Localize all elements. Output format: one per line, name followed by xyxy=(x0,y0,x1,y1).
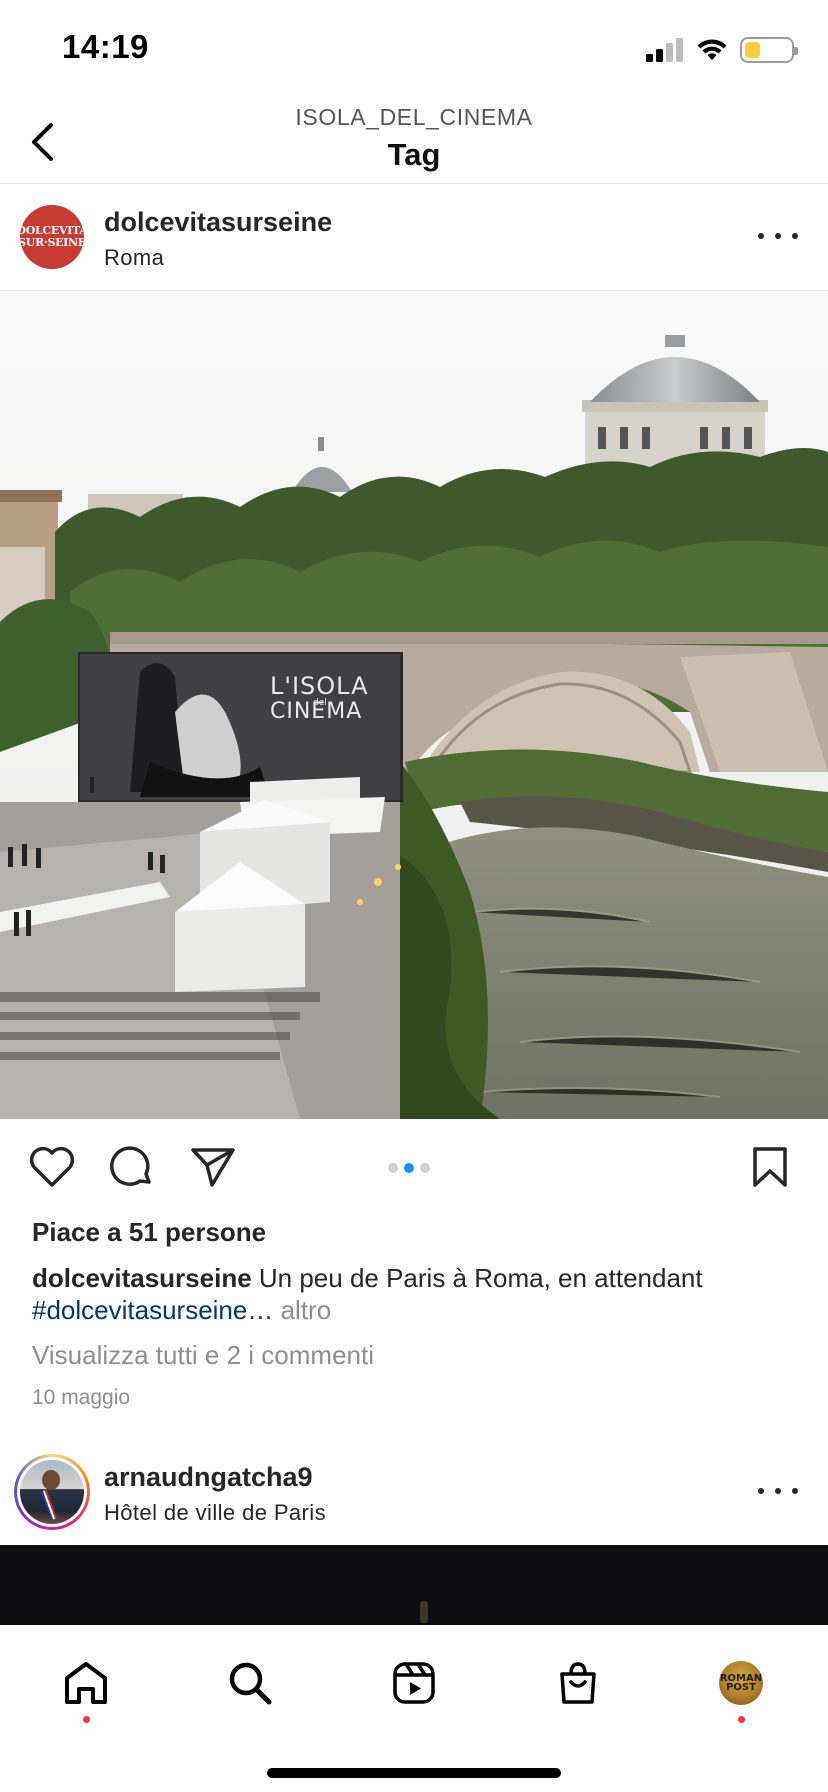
search-icon xyxy=(229,1662,272,1705)
caption-ellipsis: … xyxy=(247,1295,274,1325)
post-location[interactable]: Hôtel de ville de Paris xyxy=(104,1500,326,1526)
tab-bar: ROMAN POST xyxy=(0,1625,828,1792)
banner-line1: L'ISOLA xyxy=(270,672,369,700)
home-indicator xyxy=(267,1768,561,1778)
carousel-dot xyxy=(404,1163,414,1173)
view-comments-link[interactable]: Visualizza tutti e 2 i commenti xyxy=(32,1340,374,1371)
notification-dot xyxy=(738,1716,745,1723)
profile-avatar: ROMAN POST xyxy=(719,1661,763,1705)
caption-text: Un peu de Paris à Roma, en attendant xyxy=(251,1263,703,1293)
status-icons xyxy=(646,34,798,66)
profile-logo-subtext: POST xyxy=(726,1682,756,1693)
carousel-dot xyxy=(420,1163,430,1173)
tab-home[interactable] xyxy=(50,1647,122,1723)
more-options-button[interactable] xyxy=(758,1476,798,1506)
more-options-button[interactable] xyxy=(758,221,798,251)
home-icon xyxy=(65,1662,107,1704)
caption-hashtag[interactable]: #dolcevitasurseine xyxy=(32,1295,247,1325)
post-username[interactable]: dolcevitasurseine xyxy=(104,207,332,238)
reels-icon xyxy=(393,1662,435,1704)
status-bar: 14:19 xyxy=(0,0,828,100)
caption-more-link[interactable]: altro xyxy=(273,1295,332,1325)
tab-shop[interactable] xyxy=(542,1647,614,1719)
post-header: arnaudngatcha9 Hôtel de ville de Paris xyxy=(0,1440,828,1544)
post-header: DOLCEVITA SUR·SEINE dolcevitasurseine Ro… xyxy=(0,185,828,291)
notification-dot xyxy=(83,1716,90,1723)
tab-reels[interactable] xyxy=(378,1647,450,1719)
post-actions xyxy=(0,1120,828,1210)
post-image[interactable] xyxy=(0,1545,828,1625)
heart-icon xyxy=(29,1146,75,1187)
tag-subtitle: ISOLA_DEL_CINEMA xyxy=(295,104,533,130)
tab-profile[interactable]: ROMAN POST xyxy=(705,1647,777,1723)
carousel-indicator xyxy=(388,1163,430,1173)
avatar-logo-subtext: SUR·SEINE xyxy=(20,236,84,249)
likes-count[interactable]: Piace a 51 persone xyxy=(32,1217,266,1248)
avatar[interactable]: DOLCEVITA SUR·SEINE xyxy=(20,205,84,269)
banner-line2: CINEMA xyxy=(270,699,362,724)
story-ring[interactable] xyxy=(14,1454,90,1530)
share-button[interactable] xyxy=(188,1142,238,1192)
avatar xyxy=(20,1460,84,1524)
caption-username[interactable]: dolcevitasurseine xyxy=(32,1263,252,1293)
bookmark-icon xyxy=(753,1147,787,1187)
caption: dolcevitasurseine Un peu de Paris à Roma… xyxy=(32,1262,802,1326)
battery-level xyxy=(745,42,761,58)
comment-icon xyxy=(110,1146,151,1186)
status-time: 14:19 xyxy=(62,28,149,65)
comment-button[interactable] xyxy=(107,1142,157,1192)
wifi-icon xyxy=(697,39,727,60)
shopping-bag-icon xyxy=(560,1662,596,1704)
nav-titles: ISOLA_DEL_CINEMA Tag xyxy=(0,104,828,173)
battery-icon xyxy=(740,37,798,63)
like-button[interactable] xyxy=(27,1142,77,1192)
cellular-signal-icon xyxy=(646,38,683,62)
save-button[interactable] xyxy=(745,1142,795,1192)
post-username[interactable]: arnaudngatcha9 xyxy=(104,1462,313,1493)
nav-header: ISOLA_DEL_CINEMA Tag xyxy=(0,100,828,184)
carousel-dot xyxy=(388,1163,398,1173)
paper-plane-icon xyxy=(191,1148,235,1187)
tab-search[interactable] xyxy=(214,1647,286,1719)
post-date: 10 maggio xyxy=(32,1386,131,1409)
page-title: Tag xyxy=(387,137,441,172)
post-location[interactable]: Roma xyxy=(104,245,164,271)
post-image[interactable]: L'ISOLA del CINEMA xyxy=(0,292,828,1119)
